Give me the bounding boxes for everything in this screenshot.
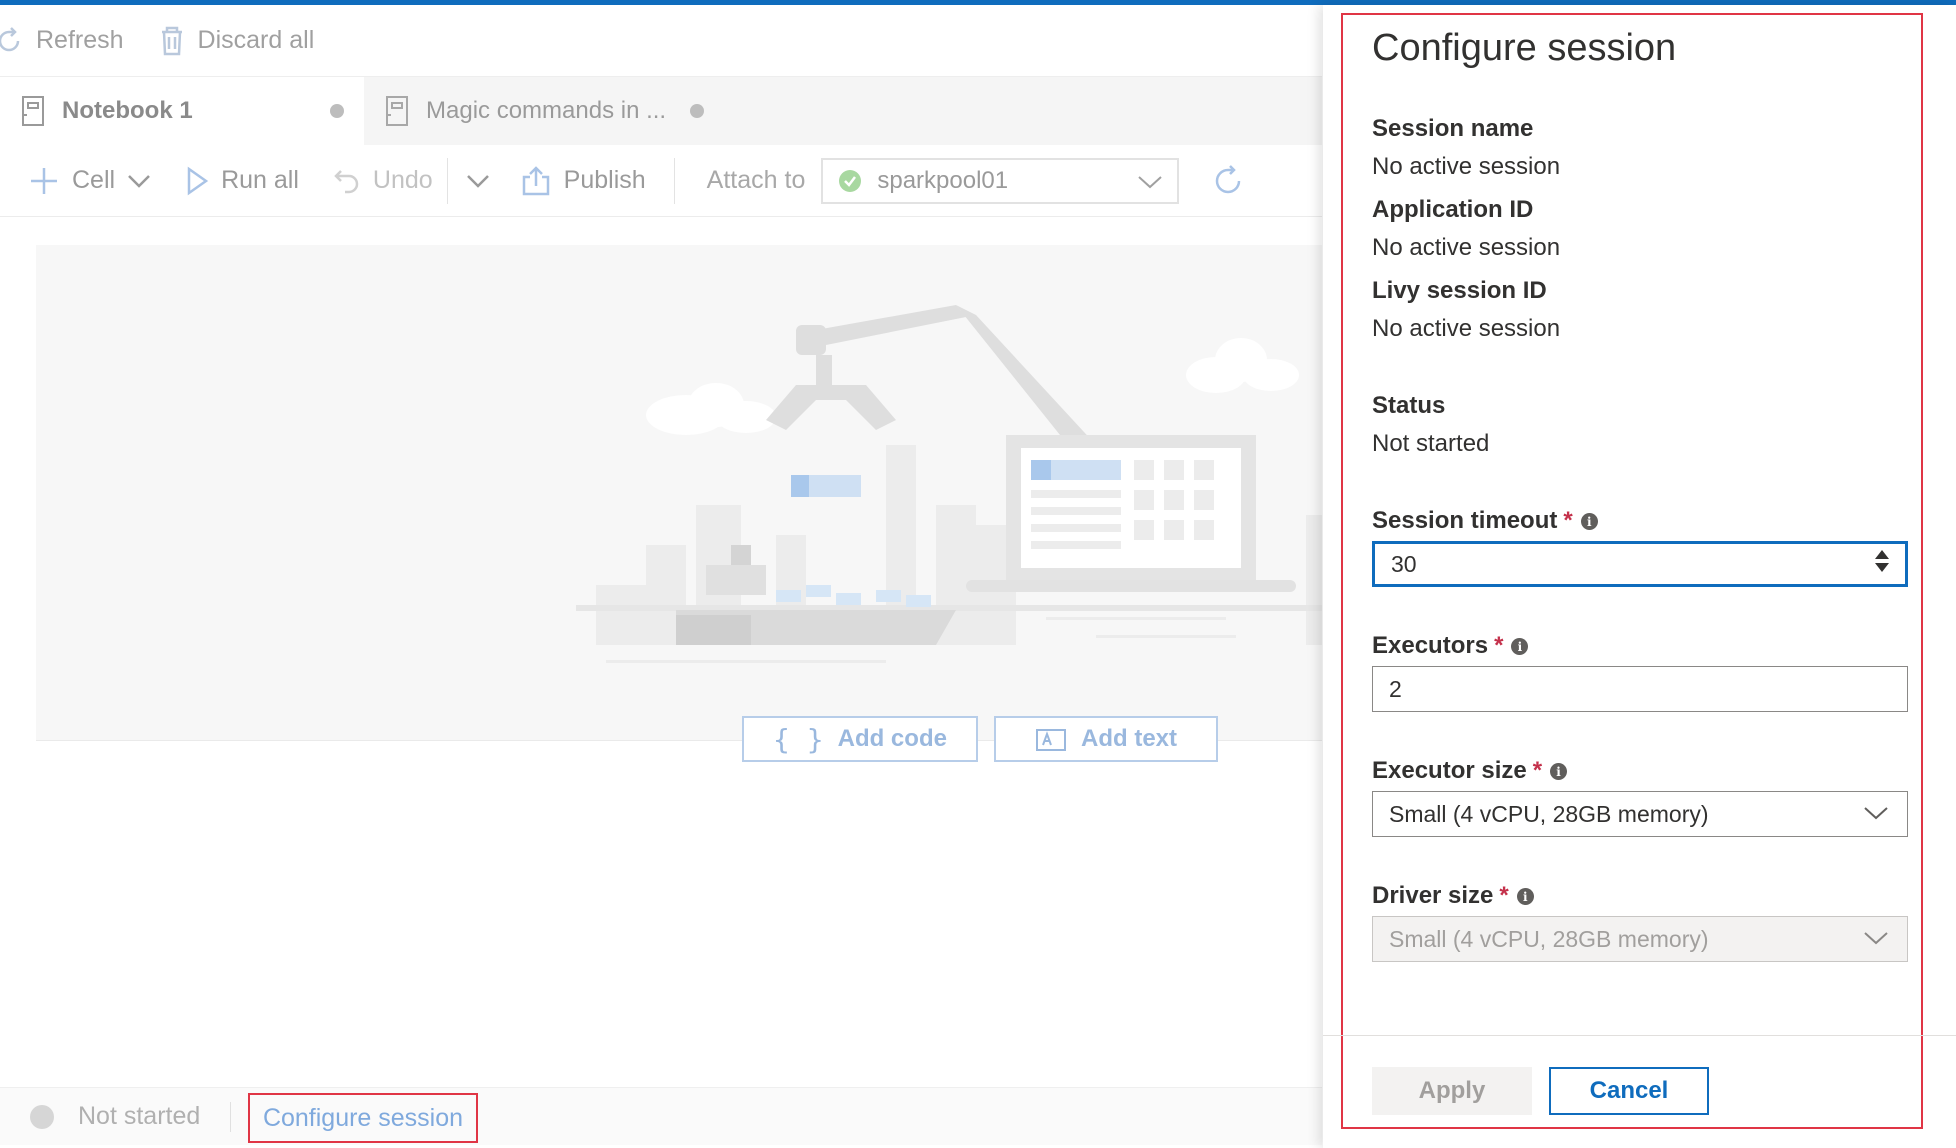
play-icon: [187, 166, 209, 195]
panel-title: Configure session: [1372, 27, 1677, 69]
tab-label: Magic commands in ...: [426, 97, 667, 124]
tab-magic-commands[interactable]: Magic commands in ...: [364, 77, 724, 145]
info-icon[interactable]: i: [1550, 763, 1568, 781]
undo-label: Undo: [372, 166, 433, 194]
undo-button[interactable]: Undo: [333, 166, 433, 195]
add-text-button[interactable]: Add text: [994, 716, 1218, 762]
number-spinner[interactable]: [1875, 550, 1889, 572]
status-value: Not started: [1372, 430, 1490, 457]
status-bar: Not started Configure session: [0, 1087, 1322, 1145]
spark-pool-select[interactable]: sparkpool01: [821, 157, 1180, 204]
spin-up-icon[interactable]: [1875, 550, 1889, 559]
add-cell-button[interactable]: Cell: [28, 165, 151, 197]
chevron-down-icon: [1864, 932, 1888, 945]
executor-size-select[interactable]: Small (4 vCPU, 28GB memory): [1372, 791, 1908, 837]
required-marker: *: [1563, 507, 1573, 534]
toolbar-separator: [446, 157, 448, 204]
tab-notebook-1[interactable]: Notebook 1: [0, 77, 364, 145]
session-name-value: No active session: [1372, 153, 1561, 180]
refresh-pool-icon[interactable]: [1211, 164, 1245, 198]
apply-button[interactable]: Apply: [1372, 1067, 1532, 1115]
chevron-down-icon: [1138, 175, 1163, 188]
empty-notebook-illustration-area: [36, 245, 1322, 741]
cell-label: Cell: [72, 166, 116, 194]
info-icon[interactable]: i: [1516, 888, 1534, 906]
undo-icon: [334, 169, 359, 193]
publish-icon: [522, 165, 549, 195]
configure-session-panel: Configure session Session name No active…: [1323, 5, 1956, 1148]
session-timeout-label: Session timeout: [1372, 507, 1558, 534]
notebook-icon: [22, 96, 44, 126]
session-status-icon: [30, 1104, 54, 1129]
livy-session-id-label: Livy session ID: [1372, 277, 1547, 304]
executor-size-value: Small (4 vCPU, 28GB memory): [1389, 800, 1709, 827]
session-name-label: Session name: [1372, 115, 1534, 142]
info-icon[interactable]: i: [1511, 638, 1529, 656]
livy-session-id-value: No active session: [1372, 315, 1561, 342]
discard-all-button[interactable]: Discard all: [158, 25, 315, 57]
driver-size-label: Driver size: [1372, 882, 1494, 909]
add-text-label: Add text: [1081, 725, 1177, 752]
session-timeout-value: 30: [1391, 550, 1417, 577]
add-code-button[interactable]: { } Add code: [742, 716, 978, 762]
notebook-icon: [386, 96, 408, 126]
notebook-editor: Refresh Discard all Notebook 1 Magic com…: [0, 5, 1322, 1145]
chevron-down-icon: [128, 174, 150, 188]
unsaved-dot: [690, 104, 704, 118]
panel-footer-divider: [1323, 1035, 1956, 1036]
spin-down-icon[interactable]: [1875, 563, 1889, 572]
executors-value: 2: [1389, 675, 1402, 702]
unsaved-dot: [330, 104, 344, 118]
required-marker: *: [1532, 757, 1543, 784]
refresh-button[interactable]: Refresh: [0, 26, 124, 56]
notebook-tabs: Notebook 1 Magic commands in ...: [0, 77, 1322, 145]
executor-size-label: Executor size: [1372, 757, 1527, 784]
executors-label-row: Executors * i: [1372, 632, 1529, 660]
braces-icon: { }: [773, 722, 824, 756]
configure-session-link[interactable]: Configure session: [248, 1093, 478, 1143]
publish-label: Publish: [563, 166, 646, 194]
pool-value: sparkpool01: [877, 166, 1009, 194]
application-id-value: No active session: [1372, 234, 1561, 261]
run-all-button[interactable]: Run all: [185, 166, 299, 196]
driver-size-value: Small (4 vCPU, 28GB memory): [1389, 925, 1709, 952]
driver-size-select: Small (4 vCPU, 28GB memory): [1372, 916, 1908, 962]
executors-label: Executors: [1372, 632, 1489, 659]
tab-label: Notebook 1: [62, 97, 193, 124]
chevron-down-icon: [466, 174, 489, 188]
required-marker: *: [1494, 632, 1504, 659]
executor-size-label-row: Executor size * i: [1372, 757, 1568, 785]
info-icon[interactable]: i: [1580, 513, 1598, 531]
undo-dropdown-button[interactable]: [466, 173, 490, 189]
session-timeout-input[interactable]: 30: [1372, 541, 1908, 587]
trash-icon: [161, 26, 182, 55]
attach-to-label: Attach to: [706, 166, 806, 194]
plus-icon: [31, 167, 57, 194]
status-label: Status: [1372, 392, 1446, 419]
add-text-icon: [1036, 729, 1066, 751]
refresh-label: Refresh: [36, 26, 124, 54]
driver-size-label-row: Driver size * i: [1372, 882, 1534, 910]
add-code-label: Add code: [837, 725, 947, 752]
command-bar: Refresh Discard all: [0, 5, 1322, 77]
notebook-toolbar: Cell Run all Undo Publish Attach to spar…: [0, 145, 1322, 217]
cancel-button[interactable]: Cancel: [1549, 1067, 1709, 1115]
check-circle-icon: [839, 169, 862, 192]
session-timeout-label-row: Session timeout * i: [1372, 507, 1598, 535]
status-separator: [230, 1101, 232, 1132]
toolbar-separator: [673, 157, 675, 204]
application-id-label: Application ID: [1372, 196, 1534, 223]
executors-input[interactable]: 2: [1372, 666, 1908, 712]
session-status-text: Not started: [78, 1102, 201, 1130]
refresh-icon: [0, 26, 20, 51]
publish-button[interactable]: Publish: [520, 165, 646, 197]
empty-state-illustration: [576, 305, 1322, 663]
run-all-label: Run all: [221, 166, 299, 194]
discard-all-label: Discard all: [197, 26, 315, 54]
required-marker: *: [1499, 882, 1509, 909]
chevron-down-icon: [1864, 807, 1888, 820]
